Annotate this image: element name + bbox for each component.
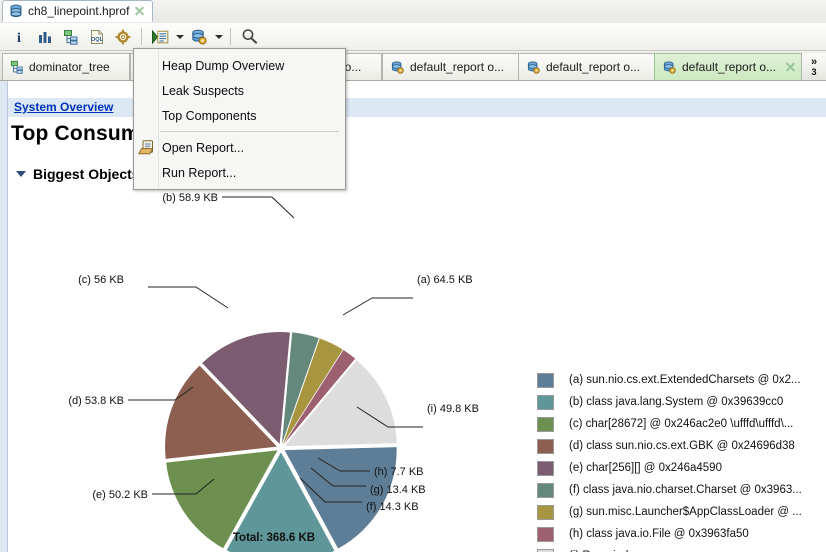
menu-item-label: Top Components <box>162 109 257 123</box>
pie-label-e: (e) 50.2 KB <box>92 489 148 501</box>
menu-item-heap-dump-overview[interactable]: Heap Dump Overview <box>134 53 345 78</box>
run-expert-system-menu: Heap Dump Overview Leak Suspects Top Com… <box>133 48 346 190</box>
page-tab-overflow-button[interactable]: » 3 <box>801 53 826 80</box>
menu-item-run-report[interactable]: Run Report... <box>134 160 345 185</box>
legend-item-g[interactable]: (g) sun.misc.Launcher$AppClassLoader @ .… <box>537 501 826 523</box>
toolbar-separator-2 <box>230 28 231 45</box>
chevron-down-icon[interactable] <box>16 171 26 177</box>
page-tab-label: default_report o... <box>682 60 776 74</box>
menu-item-top-components[interactable]: Top Components <box>134 103 345 128</box>
pie-label-i: (i) 49.8 KB <box>427 403 479 415</box>
query-browser-icon[interactable] <box>186 25 212 49</box>
pie-label-f: (f) 14.3 KB <box>366 501 419 513</box>
close-icon[interactable] <box>785 62 796 73</box>
legend-label-c: (c) char[28672] @ 0x246ac2e0 \ufffd\ufff… <box>569 418 793 430</box>
legend-item-f[interactable]: (f) class java.nio.charset.Charset @ 0x3… <box>537 479 826 501</box>
pie-label-d: (d) 53.8 KB <box>68 395 124 407</box>
report-content: System Overview Top Consumers Biggest Ob… <box>0 81 826 552</box>
legend-item-b[interactable]: (b) class java.lang.System @ 0x39639cc0 <box>537 391 826 413</box>
menu-item-label: Run Report... <box>162 166 236 180</box>
menu-item-label: Open Report... <box>162 141 244 155</box>
pie-total-label: Total: 368.6 KB <box>233 532 315 544</box>
legend-swatch-f <box>537 483 554 498</box>
dominator-tree-icon <box>10 60 24 74</box>
legend-swatch-h <box>537 527 554 542</box>
pie-label-c: (c) 56 KB <box>78 274 124 286</box>
query-browser-dropdown-arrow[interactable] <box>212 25 225 49</box>
breadcrumb-link-system-overview[interactable]: System Overview <box>14 100 113 114</box>
menu-icon-gutter <box>134 49 159 189</box>
page-tab-label: default_report o... <box>546 60 640 74</box>
report-icon <box>526 60 541 75</box>
calculate-icon[interactable] <box>110 25 136 49</box>
page-tab-default-report-active[interactable]: default_report o... <box>654 53 802 80</box>
run-expert-system-icon[interactable] <box>147 25 173 49</box>
open-report-icon <box>137 138 156 157</box>
histogram-icon[interactable] <box>32 25 58 49</box>
overflow-count: 3 <box>811 68 816 77</box>
legend-swatch-b <box>537 395 554 410</box>
heap-dump-icon <box>9 4 23 18</box>
menu-item-label: Heap Dump Overview <box>162 59 284 73</box>
toolbar-separator-1 <box>141 28 142 45</box>
editor-tab-heap-dump[interactable]: ch8_linepoint.hprof <box>2 0 153 22</box>
legend-item-c[interactable]: (c) char[28672] @ 0x246ac2e0 \ufffd\ufff… <box>537 413 826 435</box>
toolbar: i OQL <box>0 23 826 51</box>
oql-icon[interactable]: OQL <box>84 25 110 49</box>
menu-item-label: Leak Suspects <box>162 84 244 98</box>
run-expert-system-dropdown-arrow[interactable] <box>173 25 186 49</box>
close-icon[interactable] <box>134 6 145 17</box>
menu-item-open-report[interactable]: Open Report... <box>134 135 345 160</box>
legend-label-d: (d) class sun.nio.cs.ext.GBK @ 0x24696d3… <box>569 440 795 452</box>
info-icon[interactable]: i <box>6 25 32 49</box>
breadcrumb-bar <box>8 98 826 117</box>
page-tab-default-report-3[interactable]: default_report o... <box>518 53 656 80</box>
legend-label-a: (a) sun.nio.cs.ext.ExtendedCharsets @ 0x… <box>569 374 801 386</box>
legend-item-d[interactable]: (d) class sun.nio.cs.ext.GBK @ 0x24696d3… <box>537 435 826 457</box>
pie-label-b: (b) 58.9 KB <box>162 192 218 204</box>
dominator-tree-icon[interactable] <box>58 25 84 49</box>
page-tab-dominator-tree[interactable]: dominator_tree <box>2 53 130 80</box>
svg-text:i: i <box>17 31 21 45</box>
chevron-double-right-icon: » <box>811 57 817 68</box>
report-icon <box>662 60 677 75</box>
legend-swatch-i <box>537 549 554 552</box>
menu-item-leak-suspects[interactable]: Leak Suspects <box>134 78 345 103</box>
pie-slices <box>165 332 397 552</box>
legend-item-a[interactable]: (a) sun.nio.cs.ext.ExtendedCharsets @ 0x… <box>537 369 826 391</box>
legend-label-f: (f) class java.nio.charset.Charset @ 0x3… <box>569 484 802 496</box>
legend-label-e: (e) char[256][] @ 0x246a4590 <box>569 462 722 474</box>
pie-legend: (a) sun.nio.cs.ext.ExtendedCharsets @ 0x… <box>537 369 826 552</box>
search-icon[interactable] <box>236 25 262 49</box>
report-icon <box>390 60 405 75</box>
page-tab-label: dominator_tree <box>29 60 110 74</box>
legend-swatch-c <box>537 417 554 432</box>
page-tab-bar: dominator_tree t o... default_report o..… <box>0 51 826 81</box>
legend-item-i[interactable]: (i) Remainder <box>537 545 826 552</box>
legend-label-h: (h) class java.io.File @ 0x3963fa50 <box>569 528 749 540</box>
page-tab-default-report-2[interactable]: default_report o... <box>382 53 520 80</box>
pie-label-a: (a) 64.5 KB <box>417 274 473 286</box>
svg-text:OQL: OQL <box>91 37 104 43</box>
pie-label-g: (g) 13.4 KB <box>370 484 426 496</box>
legend-swatch-g <box>537 505 554 520</box>
editor-tab-strip: ch8_linepoint.hprof <box>0 0 826 24</box>
legend-swatch-e <box>537 461 554 476</box>
legend-swatch-a <box>537 373 554 388</box>
page-tab-label: default_report o... <box>410 60 504 74</box>
legend-item-e[interactable]: (e) char[256][] @ 0x246a4590 <box>537 457 826 479</box>
editor-tab-label: ch8_linepoint.hprof <box>28 4 129 18</box>
legend-label-g: (g) sun.misc.Launcher$AppClassLoader @ .… <box>569 506 802 518</box>
legend-item-h[interactable]: (h) class java.io.File @ 0x3963fa50 <box>537 523 826 545</box>
legend-label-b: (b) class java.lang.System @ 0x39639cc0 <box>569 396 783 408</box>
menu-separator <box>160 131 339 132</box>
pie-label-h: (h) 7.7 KB <box>374 466 424 478</box>
legend-swatch-d <box>537 439 554 454</box>
